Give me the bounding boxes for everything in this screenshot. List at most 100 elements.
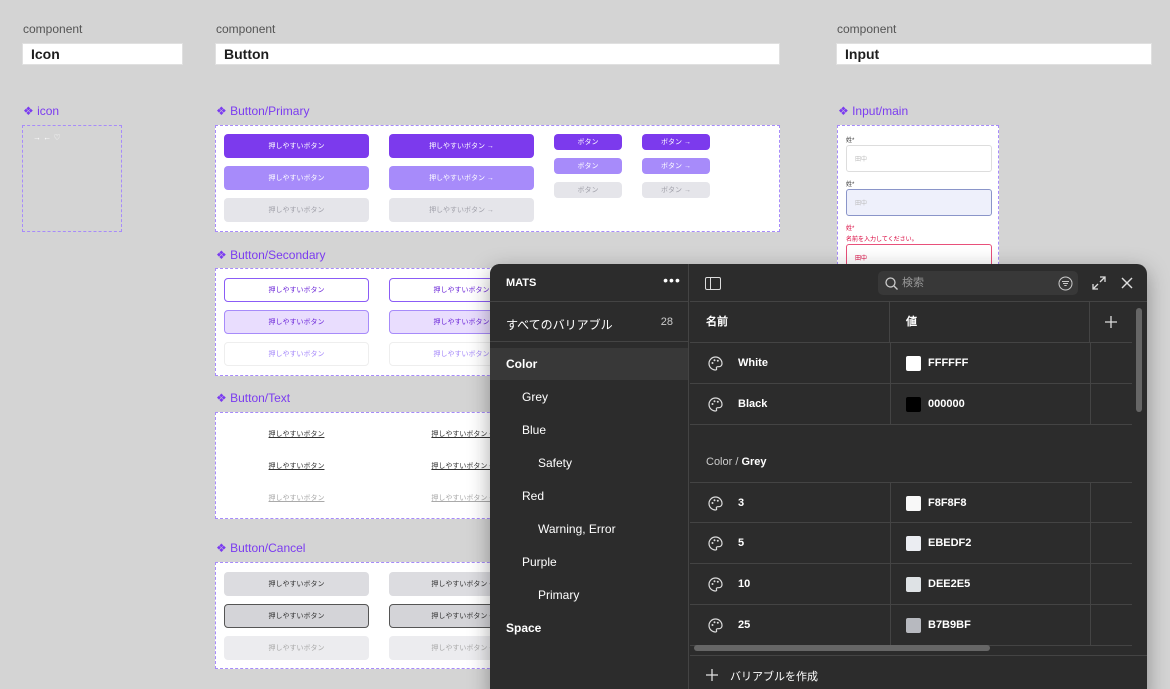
create-variable-button[interactable]: バリアブルを作成 [706, 668, 818, 684]
text-hover-button[interactable]: 押しやすいボタン [224, 454, 369, 478]
component-title-button[interactable]: Button [215, 43, 780, 65]
color-swatch[interactable] [906, 577, 921, 592]
tree-item-color[interactable]: Color [490, 348, 688, 380]
variable-row[interactable]: 25 B7B9BF [690, 605, 1132, 646]
primary-small-hover-button[interactable]: ボタン [554, 158, 622, 174]
primary-small-disabled-button[interactable]: ボタン [554, 182, 622, 198]
primary-small-button[interactable]: ボタン [554, 134, 622, 150]
column-header-value[interactable]: 値 [890, 302, 1090, 343]
component-caption-input: component [837, 22, 897, 36]
frame-label-cancel[interactable]: ❖ Button/Cancel [216, 541, 305, 555]
color-swatch[interactable] [906, 618, 921, 633]
color-swatch[interactable] [906, 536, 921, 551]
color-swatch[interactable] [906, 397, 921, 412]
color-swatch[interactable] [906, 356, 921, 371]
cancel-disabled-button[interactable]: 押しやすいボタン [224, 636, 369, 660]
variable-value[interactable]: 000000 [928, 384, 965, 425]
input-default-field[interactable]: 田中 [846, 145, 992, 172]
component-title-icon[interactable]: Icon [22, 43, 183, 65]
primary-button[interactable]: 押しやすいボタン [224, 134, 369, 158]
tree-item-safety[interactable]: Safety [490, 447, 688, 479]
button-text-frame[interactable]: 押しやすいボタン 押しやすいボタン 押しやすいボタン 押しやすいボタン - 押し… [215, 412, 515, 519]
column-header-name[interactable]: 名前 [690, 302, 890, 343]
cancel-button[interactable]: 押しやすいボタン [224, 572, 369, 596]
variable-value[interactable]: FFFFFF [928, 343, 968, 384]
search-input[interactable] [902, 275, 1047, 291]
filter-icon[interactable] [1057, 275, 1073, 291]
more-options-icon[interactable]: ••• [662, 272, 682, 292]
component-caption-icon: component [23, 22, 83, 36]
variable-value[interactable]: B7B9BF [928, 605, 971, 646]
close-icon[interactable] [1118, 274, 1136, 292]
variable-row[interactable]: Black 000000 [690, 384, 1132, 425]
expand-icon[interactable] [1090, 274, 1108, 292]
collection-title[interactable]: MATS [506, 277, 536, 289]
input-label: 姓* [846, 138, 855, 144]
plus-icon [706, 668, 718, 684]
primary-arrow-hover-button[interactable]: 押しやすいボタン → [389, 166, 534, 190]
palette-icon [708, 356, 723, 376]
panel-footer: バリアブルを作成 [690, 655, 1147, 689]
palette-icon [708, 536, 723, 556]
tree-item-blue[interactable]: Blue [490, 414, 688, 446]
tree-item-red[interactable]: Red [490, 480, 688, 512]
variable-value[interactable]: F8F8F8 [928, 483, 967, 524]
primary-arrow-button[interactable]: 押しやすいボタン → [389, 134, 534, 158]
variable-name: 10 [738, 578, 751, 590]
button-secondary-frame[interactable]: 押しやすいボタン 押しやすいボタン 押しやすいボタン 押しやすいボタン 押しやす… [215, 268, 534, 376]
frame-label-icon[interactable]: ❖ icon [23, 104, 59, 118]
all-variables-item[interactable]: すべてのバリアブル 28 [490, 302, 689, 342]
variables-table-area: 名前 値 White FFFFFF Black 000000 Color / G… [690, 264, 1147, 689]
primary-small-arrow-disabled-button[interactable]: ボタン → [642, 182, 710, 198]
frame-label-input[interactable]: ❖ Input/main [838, 104, 908, 118]
variable-name: 5 [738, 537, 745, 549]
text-disabled-button[interactable]: 押しやすいボタン [224, 486, 369, 510]
icon-glyphs: → ← ♡ [33, 133, 61, 142]
secondary-disabled-button[interactable]: 押しやすいボタン [224, 342, 369, 366]
tree-item-space[interactable]: Space [490, 612, 688, 644]
tree-item-warning-error[interactable]: Warning, Error [490, 513, 688, 545]
palette-icon [708, 397, 723, 417]
input-label-focus: 姓* [846, 182, 855, 188]
frame-label-secondary[interactable]: ❖ Button/Secondary [216, 248, 326, 262]
primary-small-arrow-button[interactable]: ボタン → [642, 134, 710, 150]
horizontal-scrollbar[interactable] [694, 645, 990, 651]
primary-arrow-disabled-button[interactable]: 押しやすいボタン → [389, 198, 534, 222]
sidebar-toggle-icon[interactable] [704, 274, 722, 292]
input-focus-field[interactable]: 田中 [846, 189, 992, 216]
variable-value[interactable]: EBEDF2 [928, 523, 971, 564]
icon-frame[interactable]: → ← ♡ [22, 125, 122, 232]
secondary-button[interactable]: 押しやすいボタン [224, 278, 369, 302]
button-primary-frame[interactable]: 押しやすいボタン 押しやすいボタン 押しやすいボタン 押しやすいボタン → 押し… [215, 125, 780, 232]
component-title-input[interactable]: Input [836, 43, 1152, 65]
variable-name: 3 [738, 497, 745, 509]
add-mode-icon[interactable] [1090, 302, 1132, 343]
variable-row[interactable]: White FFFFFF [690, 343, 1132, 384]
variable-row[interactable]: 3 F8F8F8 [690, 482, 1132, 524]
input-main-frame[interactable]: 姓* 田中 姓* 田中 姓* 名前を入力してください。 田中 [837, 125, 999, 275]
variable-value[interactable]: DEE2E5 [928, 564, 970, 605]
color-swatch[interactable] [906, 496, 921, 511]
primary-hover-button[interactable]: 押しやすいボタン [224, 166, 369, 190]
cancel-hover-button[interactable]: 押しやすいボタン [224, 604, 369, 628]
primary-disabled-button[interactable]: 押しやすいボタン [224, 198, 369, 222]
component-caption-button: component [216, 22, 276, 36]
vertical-scrollbar[interactable] [1136, 308, 1142, 412]
tree-item-primary[interactable]: Primary [490, 579, 688, 611]
group-name: Grey [741, 456, 767, 468]
text-button[interactable]: 押しやすいボタン [224, 422, 369, 446]
variable-row[interactable]: 5 EBEDF2 [690, 523, 1132, 564]
primary-small-arrow-hover-button[interactable]: ボタン → [642, 158, 710, 174]
variable-name: Black [738, 398, 768, 410]
button-cancel-frame[interactable]: 押しやすいボタン 押しやすいボタン 押しやすいボタン 押しやすいボタン - 押し… [215, 562, 534, 669]
secondary-hover-button[interactable]: 押しやすいボタン [224, 310, 369, 334]
all-variables-label: すべてのバリアブル [506, 318, 613, 332]
search-box[interactable] [878, 271, 1078, 295]
tree-item-purple[interactable]: Purple [490, 546, 688, 578]
frame-label-primary[interactable]: ❖ Button/Primary [216, 104, 309, 118]
variable-row[interactable]: 10 DEE2E5 [690, 564, 1132, 605]
tree-item-grey[interactable]: Grey [490, 381, 688, 413]
palette-icon [708, 618, 723, 638]
variable-name: White [738, 357, 768, 369]
frame-label-text[interactable]: ❖ Button/Text [216, 391, 290, 405]
